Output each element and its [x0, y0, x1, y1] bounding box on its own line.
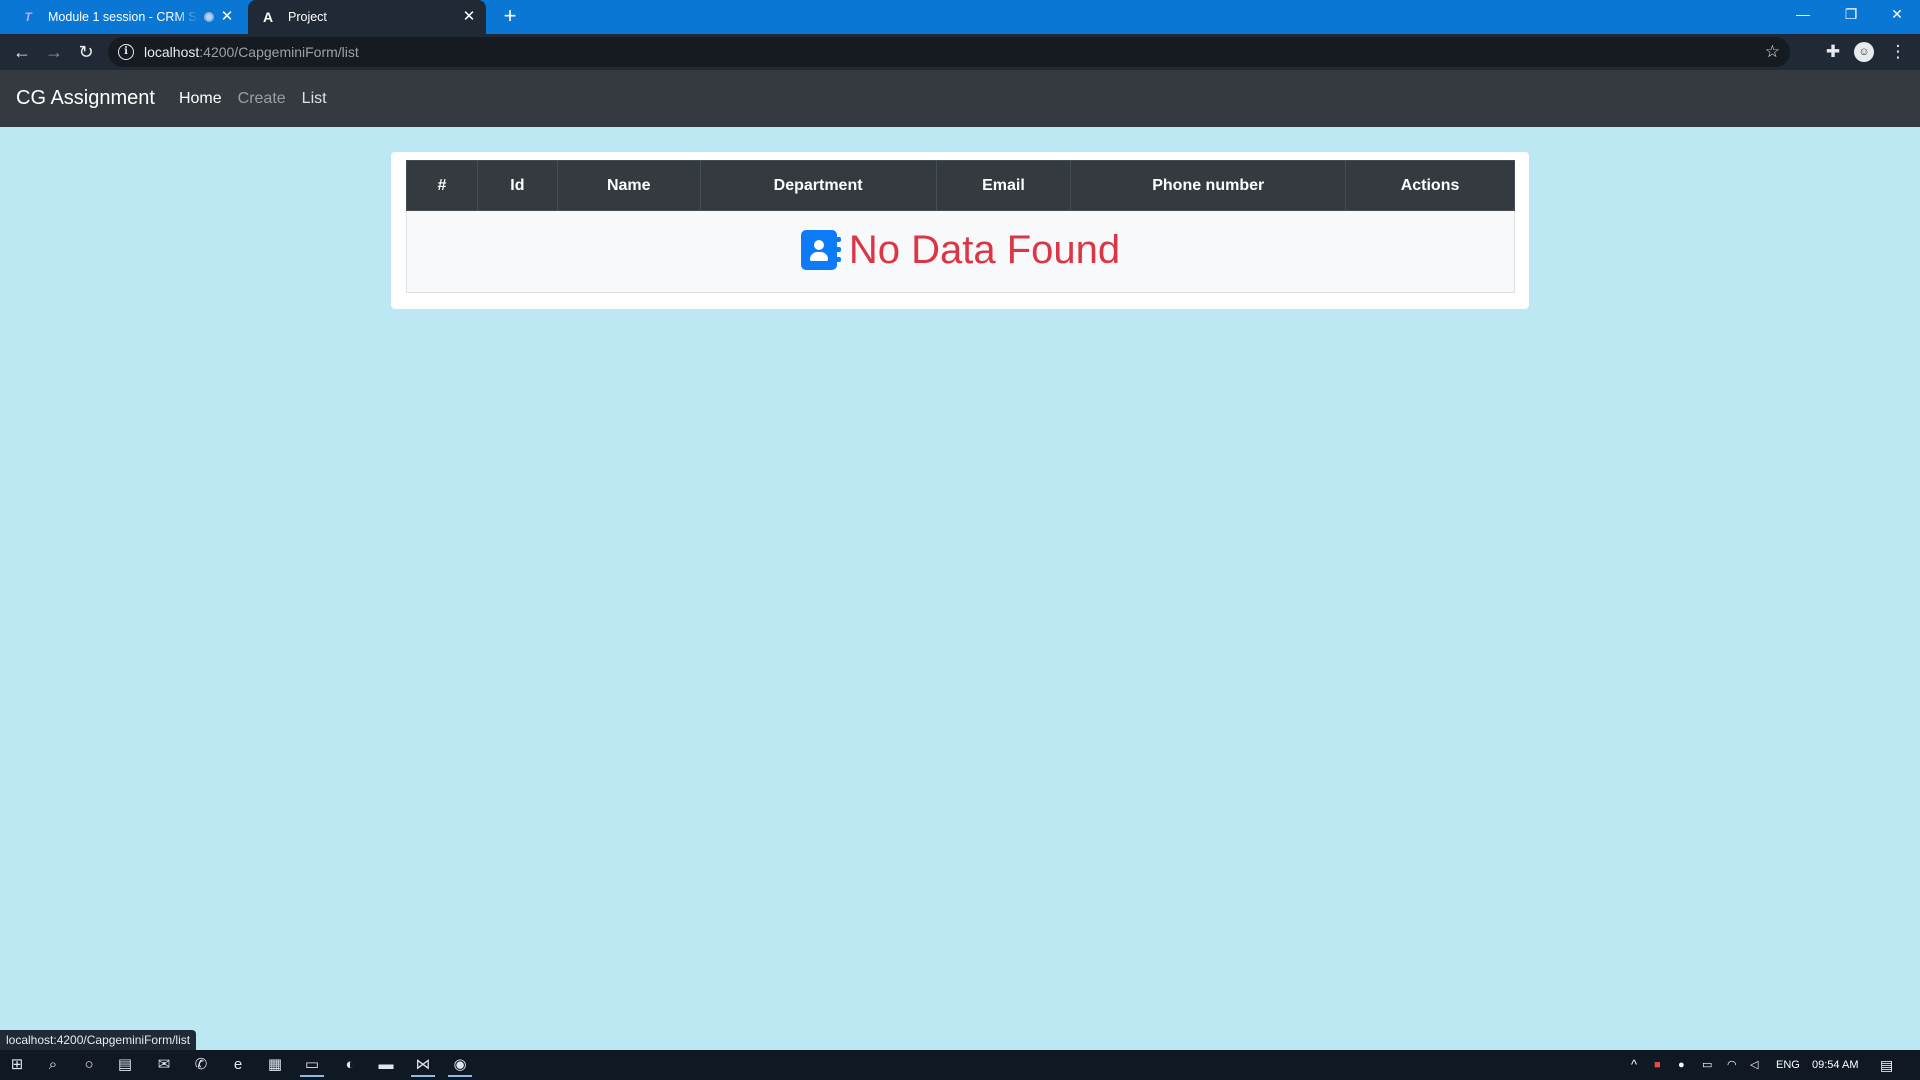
empty-row: No Data Found [406, 210, 1515, 293]
notepad-icon[interactable]: ▦ [263, 1053, 287, 1077]
no-data-message: No Data Found [800, 227, 1121, 273]
back-arrow-icon[interactable]: ← [8, 38, 36, 66]
notifications-icon[interactable]: ▤ [1880, 1050, 1893, 1080]
clock[interactable]: 09:54 AM [1812, 1050, 1858, 1080]
app-navbar: CG Assignment Home Create List [0, 70, 1920, 127]
no-data-text: No Data Found [848, 227, 1121, 272]
column-header-email: Email [935, 160, 1072, 211]
column-header-name: Name [556, 160, 701, 211]
edge-icon[interactable]: e [226, 1053, 250, 1077]
profile-avatar[interactable]: ☺ [1854, 42, 1874, 62]
angular-icon: A [262, 9, 274, 25]
extensions-puzzle-icon[interactable]: ✚ [1819, 38, 1847, 66]
address-book-icon [800, 230, 841, 271]
column-header-department: Department [699, 160, 937, 211]
teams-icon: T [24, 10, 32, 24]
reload-icon[interactable]: ↻ [72, 38, 100, 66]
new-tab-button[interactable]: + [498, 5, 522, 29]
close-tab-icon[interactable]: ✕ [218, 8, 236, 26]
tray-app-icon[interactable]: ■ [1654, 1050, 1661, 1080]
chrome-icon[interactable]: ◉ [448, 1053, 472, 1077]
browser-tab-strip: T Module 1 session - CRM SFDC ✕ A Projec… [0, 0, 1920, 34]
tab-title: Project [288, 10, 327, 24]
bookmark-star-icon[interactable]: ☆ [1765, 42, 1780, 62]
list-card: # Id Name Department Email Phone number … [391, 152, 1529, 309]
windows-start-icon[interactable]: ⊞ [5, 1053, 29, 1077]
column-header-index: # [406, 160, 478, 211]
site-info-icon[interactable]: i [118, 44, 134, 60]
close-tab-icon[interactable]: ✕ [460, 8, 478, 26]
more-menu-icon[interactable]: ⋮ [1884, 38, 1912, 66]
wifi-icon[interactable]: ◠ [1727, 1050, 1737, 1080]
table-header-row: # Id Name Department Email Phone number … [406, 160, 1515, 211]
app-icon[interactable]: ◐ [338, 1053, 362, 1077]
file-explorer-icon[interactable]: ▭ [300, 1053, 324, 1077]
browser-toolbar: ← → ↻ i localhost:4200/CapgeminiForm/lis… [0, 34, 1920, 70]
browser-tab-active[interactable]: A Project ✕ [248, 0, 486, 34]
forward-arrow-icon[interactable]: → [40, 38, 68, 66]
nav-create[interactable]: Create [238, 90, 286, 108]
volume-icon[interactable]: ◁ [1750, 1050, 1758, 1080]
task-view-icon[interactable]: ▤ [113, 1053, 137, 1077]
recording-indicator-icon [204, 12, 214, 22]
nav-home[interactable]: Home [179, 90, 222, 108]
column-header-actions: Actions [1345, 160, 1515, 211]
restore-icon[interactable]: ❐ [1828, 0, 1874, 30]
close-window-icon[interactable]: ✕ [1874, 0, 1920, 30]
cortana-icon[interactable]: ○ [77, 1053, 101, 1077]
search-icon[interactable]: ⌕ [41, 1053, 65, 1077]
column-header-phone: Phone number [1070, 160, 1347, 211]
nav-list[interactable]: List [302, 90, 327, 108]
tab-title: Module 1 session - CRM SFDC [48, 10, 198, 24]
battery-icon[interactable]: ▭ [1702, 1050, 1712, 1080]
empty-cell: No Data Found [406, 210, 1515, 293]
vscode-icon[interactable]: ⋈ [411, 1053, 435, 1077]
tray-chevron-icon[interactable]: ^ [1631, 1050, 1637, 1080]
records-table: # Id Name Department Email Phone number … [406, 160, 1515, 293]
microphone-icon[interactable]: ● [1678, 1050, 1685, 1080]
mail-icon[interactable]: ✉ [152, 1053, 176, 1077]
address-bar[interactable]: i localhost:4200/CapgeminiForm/list ☆ [108, 37, 1790, 67]
column-header-id: Id [476, 160, 558, 211]
browser-tab[interactable]: T Module 1 session - CRM SFDC ✕ [8, 0, 244, 34]
minimize-icon[interactable]: — [1780, 0, 1826, 30]
url-path: :4200/CapgeminiForm/list [199, 44, 359, 60]
url-host: localhost [144, 44, 200, 60]
whatsapp-icon[interactable]: ✆ [189, 1053, 213, 1077]
language-indicator[interactable]: ENG [1776, 1050, 1800, 1080]
status-url-bubble: localhost:4200/CapgeminiForm/list [0, 1030, 197, 1050]
app-icon-2[interactable]: ▬ [374, 1053, 398, 1077]
brand-link[interactable]: CG Assignment [16, 87, 155, 110]
windows-taskbar: ⊞ ⌕ ○ ▤ ✉ ✆ e ▦ ▭ ◐ ▬ ⋈ ◉ ^ ■ ● ▭ ◠ ◁ EN… [0, 1050, 1920, 1080]
